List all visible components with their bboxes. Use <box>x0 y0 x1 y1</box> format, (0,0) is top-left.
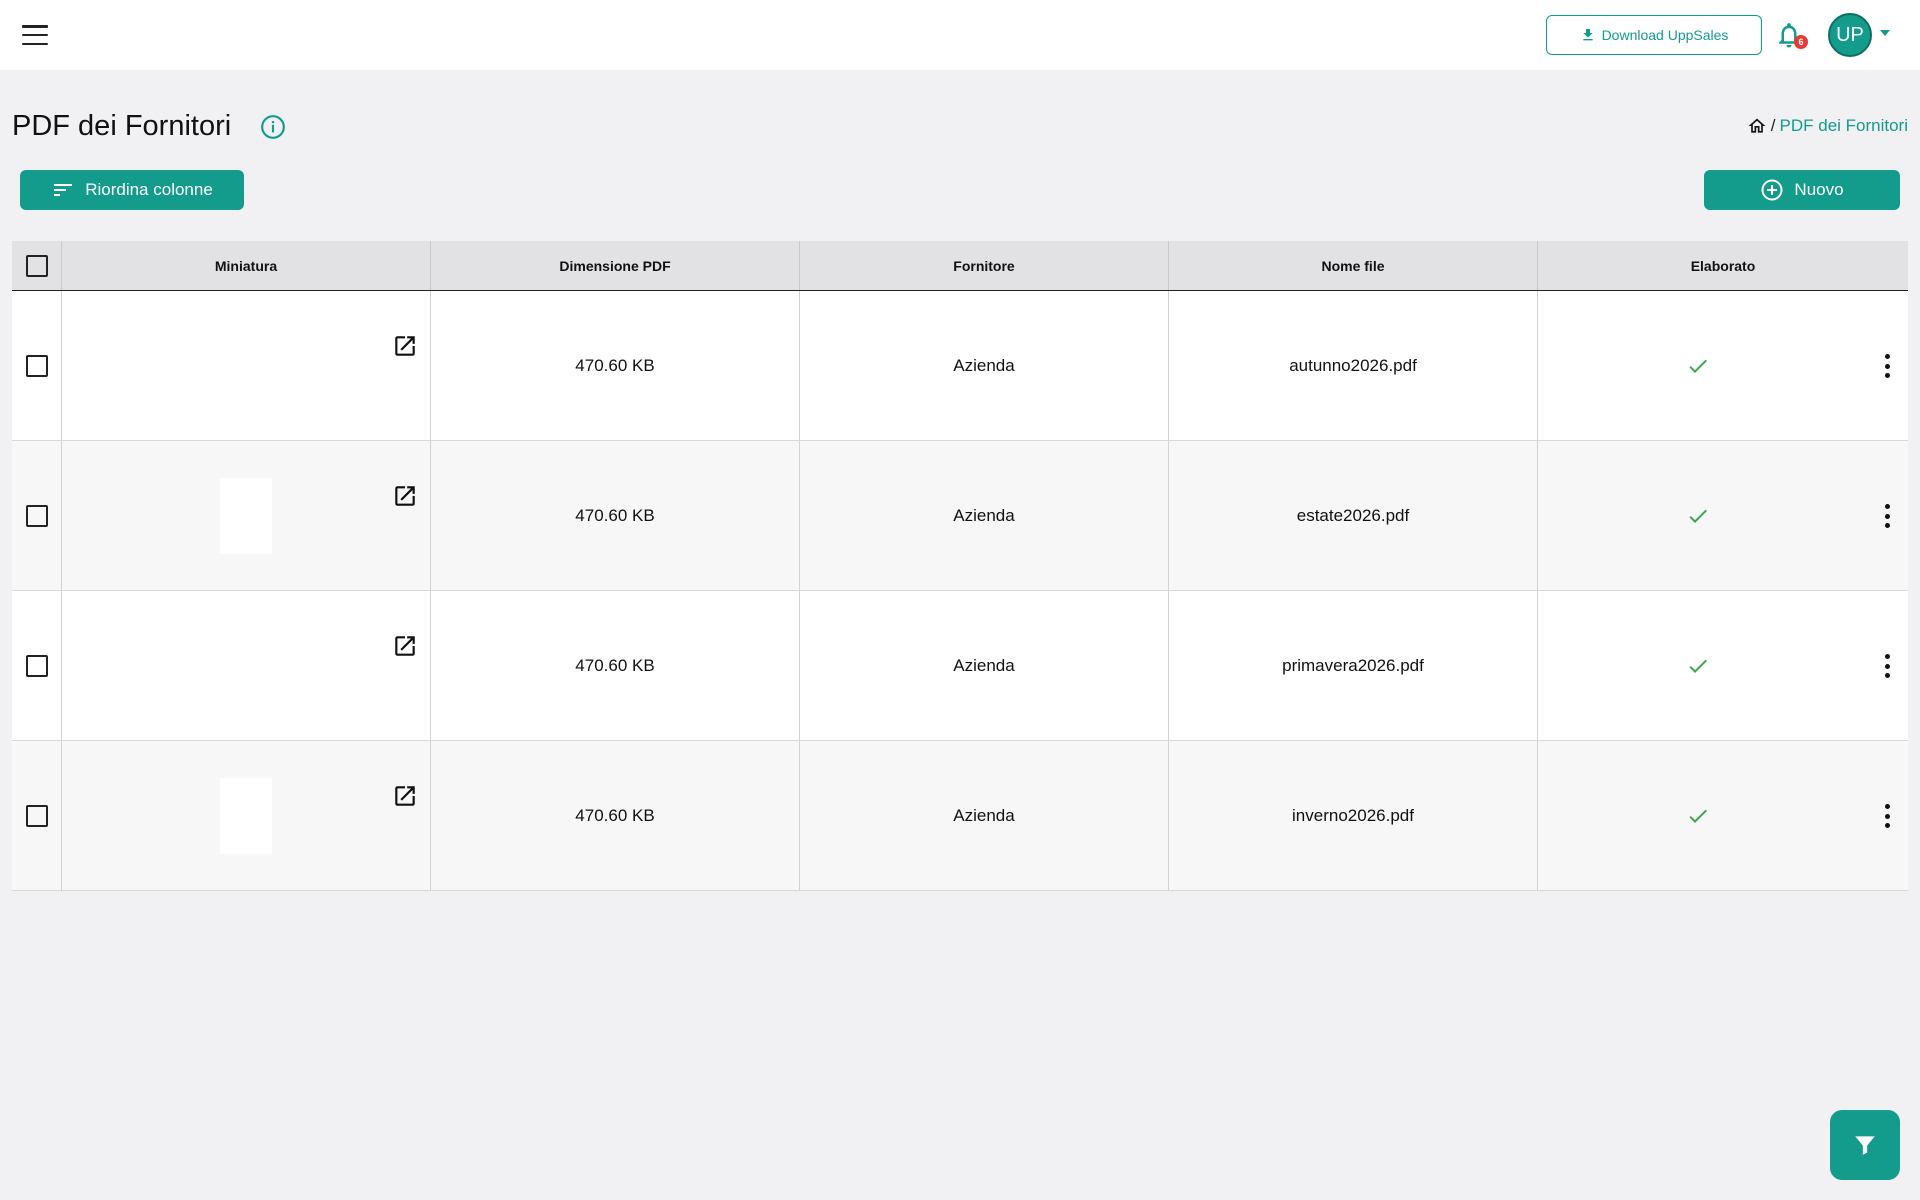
download-button-label: Download UppSales <box>1601 27 1729 43</box>
info-icon[interactable] <box>260 114 286 140</box>
thumbnail-cell <box>62 291 431 440</box>
download-icon <box>1582 29 1593 41</box>
column-header-supplier[interactable]: Fornitore <box>800 241 1169 290</box>
open-external-icon[interactable] <box>392 333 418 359</box>
pdf-thumbnail <box>220 777 272 854</box>
open-external-icon[interactable] <box>392 633 418 659</box>
processed-cell <box>1538 291 1908 440</box>
sort-icon <box>54 184 73 196</box>
avatar[interactable]: UP <box>1828 13 1872 57</box>
table-row[interactable]: 470.60 KB Azienda inverno2026.pdf <box>12 741 1908 891</box>
column-header-pdf-size[interactable]: Dimensione PDF <box>431 241 800 290</box>
check-icon <box>1689 659 1707 673</box>
top-bar: Download UppSales 6 UP <box>0 0 1920 70</box>
pdf-table: Miniatura Dimensione PDF Fornitore Nome … <box>12 241 1908 891</box>
pdf-thumbnail <box>220 477 272 554</box>
row-select-cell <box>12 591 62 740</box>
table-row[interactable]: 470.60 KB Azienda autunno2026.pdf <box>12 291 1908 441</box>
thumbnail-cell <box>62 741 431 890</box>
breadcrumb-current[interactable]: PDF dei Fornitori <box>1780 116 1908 136</box>
file-name-cell: inverno2026.pdf <box>1169 741 1538 890</box>
open-external-icon[interactable] <box>392 483 418 509</box>
check-icon <box>1689 809 1707 823</box>
home-icon[interactable] <box>1747 116 1767 136</box>
filter-button[interactable] <box>1830 1110 1900 1180</box>
table-header: Miniatura Dimensione PDF Fornitore Nome … <box>12 241 1908 291</box>
check-icon <box>1689 509 1707 523</box>
processed-cell <box>1538 591 1908 740</box>
reorder-columns-button[interactable]: Riordina colonne <box>20 170 244 210</box>
pdf-thumbnail <box>220 328 272 404</box>
row-select-cell <box>12 441 62 590</box>
more-vertical-icon[interactable] <box>1884 654 1890 678</box>
notifications-button[interactable]: 6 <box>1774 19 1808 51</box>
row-checkbox[interactable] <box>25 504 48 527</box>
pdf-thumbnail <box>220 628 272 704</box>
table-row[interactable]: 470.60 KB Azienda primavera2026.pdf <box>12 591 1908 741</box>
pdf-size-cell: 470.60 KB <box>431 741 800 890</box>
pdf-size-cell: 470.60 KB <box>431 591 800 740</box>
supplier-cell: Azienda <box>800 441 1169 590</box>
breadcrumb: / PDF dei Fornitori <box>1747 116 1908 136</box>
filter-icon <box>1855 1136 1875 1155</box>
table-row[interactable]: 470.60 KB Azienda estate2026.pdf <box>12 441 1908 591</box>
page-title: PDF dei Fornitori <box>12 110 232 142</box>
supplier-cell: Azienda <box>800 741 1169 890</box>
more-vertical-icon[interactable] <box>1884 354 1890 378</box>
more-vertical-icon[interactable] <box>1884 504 1890 528</box>
file-name-cell: estate2026.pdf <box>1169 441 1538 590</box>
column-header-file-name[interactable]: Nome file <box>1169 241 1538 290</box>
row-select-cell <box>12 291 62 440</box>
supplier-cell: Azienda <box>800 291 1169 440</box>
chevron-down-icon[interactable] <box>1880 30 1890 36</box>
column-header-processed[interactable]: Elaborato <box>1538 241 1908 290</box>
processed-cell <box>1538 441 1908 590</box>
supplier-cell: Azienda <box>800 591 1169 740</box>
check-icon <box>1689 359 1707 373</box>
plus-circle-icon <box>1761 179 1783 201</box>
open-external-icon[interactable] <box>392 783 418 809</box>
file-name-cell: primavera2026.pdf <box>1169 591 1538 740</box>
pdf-size-cell: 470.60 KB <box>431 441 800 590</box>
notification-count-badge: 6 <box>1794 35 1808 49</box>
row-checkbox[interactable] <box>25 654 48 677</box>
hamburger-icon[interactable] <box>22 25 48 45</box>
header-select-all-cell <box>12 241 62 290</box>
breadcrumb-separator: / <box>1770 116 1776 135</box>
processed-cell <box>1538 741 1908 890</box>
more-vertical-icon[interactable] <box>1884 804 1890 828</box>
row-checkbox[interactable] <box>25 804 48 827</box>
row-select-cell <box>12 741 62 890</box>
download-uppsales-button[interactable]: Download UppSales <box>1546 15 1762 55</box>
thumbnail-cell <box>62 441 431 590</box>
file-name-cell: autunno2026.pdf <box>1169 291 1538 440</box>
column-header-thumbnail[interactable]: Miniatura <box>62 241 431 290</box>
select-all-checkbox[interactable] <box>25 254 48 277</box>
thumbnail-cell <box>62 591 431 740</box>
reorder-columns-label: Riordina colonne <box>85 180 213 199</box>
new-button[interactable]: Nuovo <box>1704 170 1900 210</box>
row-checkbox[interactable] <box>25 354 48 377</box>
pdf-size-cell: 470.60 KB <box>431 291 800 440</box>
new-button-label: Nuovo <box>1794 180 1844 199</box>
